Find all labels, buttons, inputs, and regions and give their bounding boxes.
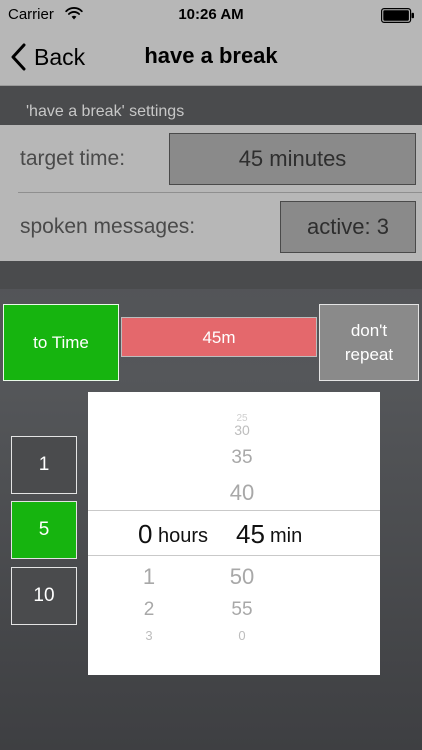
status-bar: Carrier 10:26 AM — [0, 0, 422, 30]
section-spacer — [0, 261, 422, 289]
step-1-button[interactable]: 1 — [11, 436, 77, 494]
picker-selected-minutes[interactable]: 45 — [236, 519, 265, 550]
settings-group: target time: 45 minutes spoken messages:… — [0, 125, 422, 261]
picker-minute-option[interactable]: 0 — [221, 628, 263, 643]
step-5-button[interactable]: 5 — [11, 501, 77, 559]
picker-selection-band — [88, 510, 380, 556]
picker-hour-option[interactable]: 3 — [128, 628, 170, 643]
to-time-button[interactable]: to Time — [3, 304, 119, 381]
top-bar: Carrier 10:26 AM Back have a break — [0, 0, 422, 86]
picker-hours-unit: hours — [158, 525, 209, 547]
picker-minute-option[interactable]: 50 — [221, 564, 263, 590]
progress-bar: 45m — [121, 317, 317, 357]
spoken-messages-label: spoken messages: — [20, 215, 196, 238]
picker-minutes-unit: min — [270, 525, 303, 547]
target-time-value-button[interactable]: 45 minutes — [169, 133, 416, 185]
page-title: have a break — [144, 43, 278, 68]
target-time-label: target time: — [20, 147, 126, 170]
spoken-messages-value-button[interactable]: active: 3 — [280, 201, 416, 253]
picker-hour-option[interactable]: 1 — [128, 564, 170, 590]
settings-section-header: 'have a break' settings — [0, 86, 422, 125]
settings-header-label: 'have a break' settings — [26, 103, 185, 120]
dont-repeat-label: don't repeat — [344, 320, 394, 364]
status-time: 10:26 AM — [178, 6, 244, 23]
picker-selected-hours[interactable]: 0 — [138, 519, 152, 550]
picker-minute-option[interactable]: 35 — [221, 447, 263, 469]
battery-icon — [381, 8, 414, 23]
spoken-messages-row[interactable]: spoken messages: active: 3 — [0, 193, 422, 261]
target-time-row[interactable]: target time: 45 minutes — [0, 125, 422, 193]
dont-repeat-button[interactable]: don't repeat — [319, 304, 419, 381]
step-10-button[interactable]: 10 — [11, 567, 77, 625]
picker-hour-option[interactable]: 2 — [128, 599, 170, 621]
picker-minute-option[interactable]: 40 — [221, 480, 263, 506]
picker-minute-option[interactable]: 30 — [221, 422, 263, 438]
progress-label: 45m — [202, 328, 236, 347]
nav-bar: Back have a break — [0, 30, 422, 86]
duration-picker[interactable]: 25 30 35 40 0 hours 45 min 1 2 3 50 55 0 — [88, 392, 380, 675]
picker-minute-option[interactable]: 55 — [221, 599, 263, 621]
